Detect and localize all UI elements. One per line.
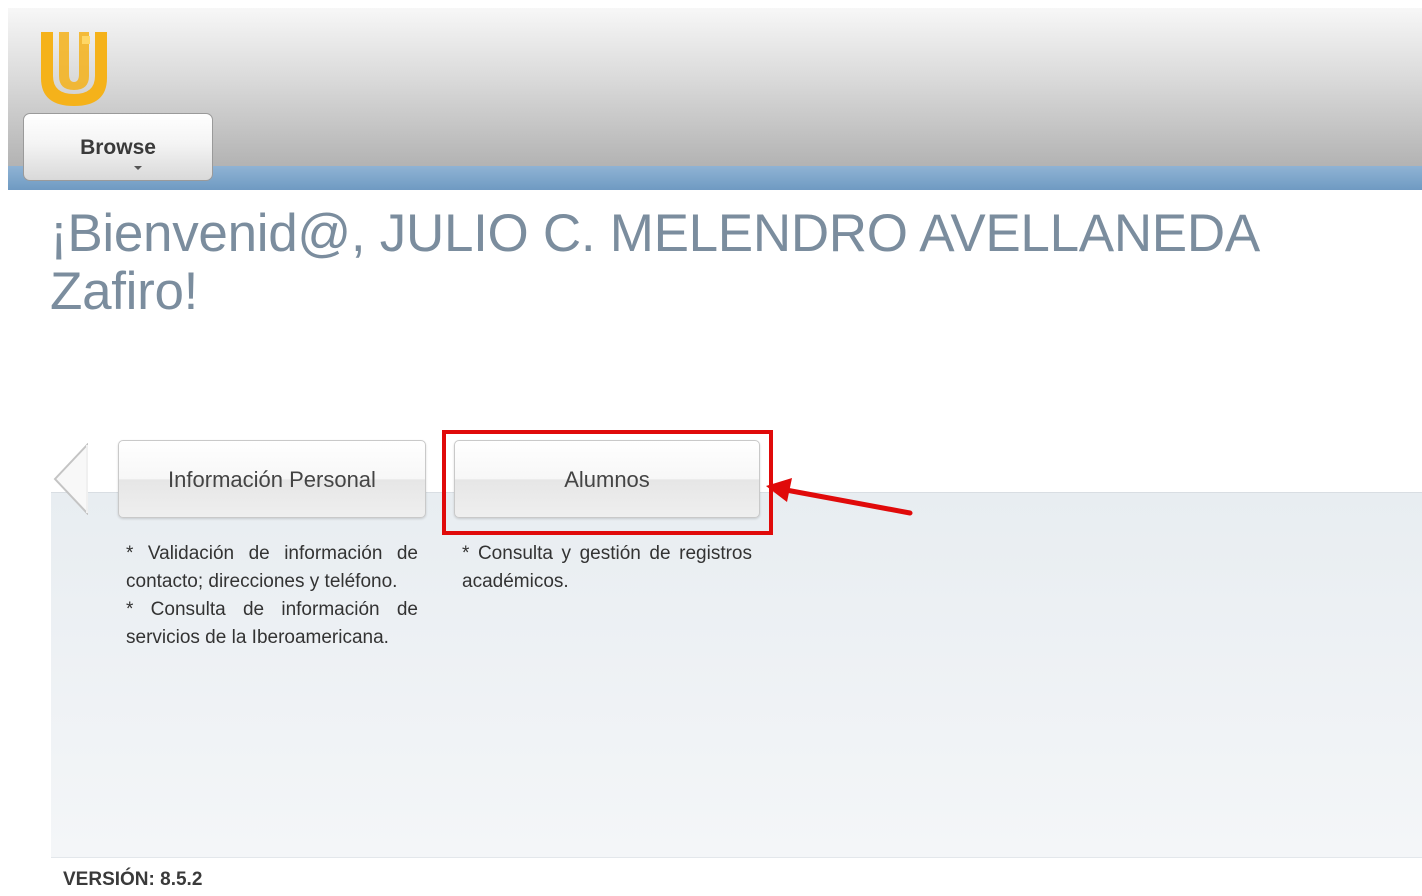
welcome-title-line2: Zafiro! bbox=[50, 262, 199, 321]
browse-button[interactable]: Browse bbox=[23, 113, 213, 181]
version-label: VERSIÓN: 8.5.2 bbox=[63, 869, 203, 890]
tile-label: Información Personal bbox=[168, 467, 376, 492]
tile-informacion-personal[interactable]: Información Personal bbox=[118, 440, 426, 518]
highlight-box bbox=[442, 430, 773, 535]
page-title: ¡Bienvenid@, JULIO C. MELENDRO AVELLANED… bbox=[50, 205, 1422, 321]
welcome-title-line1: ¡Bienvenid@, JULIO C. MELENDRO AVELLANED… bbox=[50, 204, 1260, 263]
chevron-down-icon bbox=[134, 166, 142, 170]
tile-description-alumnos: * Consulta y gestión de registros académ… bbox=[462, 540, 752, 596]
university-logo-icon bbox=[41, 32, 107, 106]
browse-button-label: Browse bbox=[80, 136, 156, 159]
top-header bbox=[8, 8, 1422, 166]
header-accent-bar bbox=[8, 166, 1422, 190]
description-line: * Validación de información de contacto;… bbox=[126, 543, 418, 592]
annotation-arrow-icon bbox=[766, 478, 913, 516]
description-line: * Consulta de información de servicios d… bbox=[126, 599, 418, 648]
description-line: * Consulta y gestión de registros académ… bbox=[462, 543, 752, 592]
carousel-prev-arrow-icon[interactable] bbox=[51, 443, 91, 515]
tile-description-informacion-personal: * Validación de información de contacto;… bbox=[126, 540, 418, 652]
